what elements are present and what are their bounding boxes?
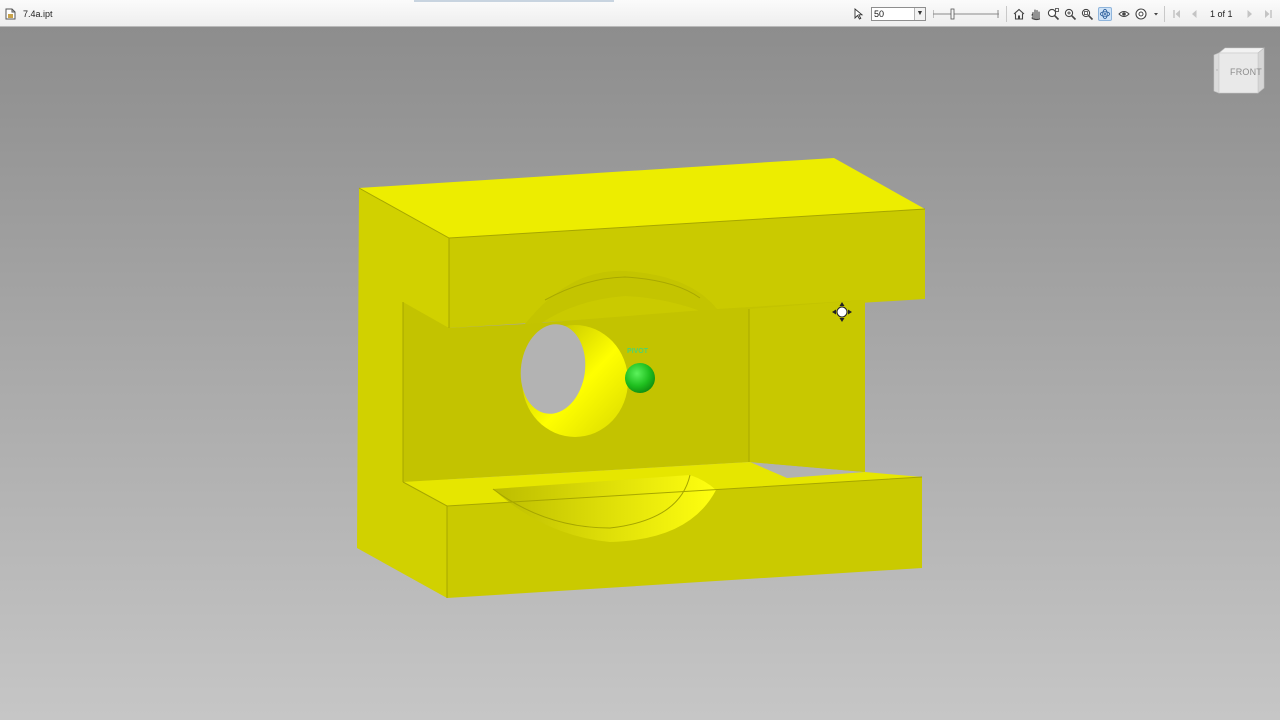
zoom-dropdown[interactable]: 50 ▼: [871, 7, 926, 21]
look-at-icon[interactable]: [1117, 7, 1131, 21]
chevron-down-icon[interactable]: [1151, 7, 1161, 21]
zoom-window-icon[interactable]: [1046, 7, 1060, 21]
zoom-all-icon[interactable]: [1080, 7, 1094, 21]
chevron-down-icon[interactable]: ▼: [914, 8, 925, 20]
pivot-marker[interactable]: [625, 363, 655, 393]
home-view-icon[interactable]: [1012, 7, 1026, 21]
slot-step-face: [749, 300, 865, 472]
page-indicator: 1 of 1: [1210, 9, 1233, 19]
pivot-label: PIVOT: [627, 348, 649, 355]
app-window: 7.4a.ipt 50 ▼ 1 of 1 FRONT PIVOT: [0, 0, 1280, 720]
zoom-slider[interactable]: [933, 7, 999, 21]
last-page-icon[interactable]: [1261, 7, 1275, 21]
pan-icon[interactable]: [1029, 7, 1043, 21]
top-toolbar: 7.4a.ipt 50 ▼ 1 of 1: [0, 0, 1280, 27]
part-model[interactable]: [0, 27, 1280, 720]
zoom-value: 50: [874, 9, 885, 19]
select-arrow-icon[interactable]: [851, 7, 865, 21]
steering-wheel-icon[interactable]: [1134, 7, 1148, 21]
toolbar-separator: [1006, 6, 1007, 22]
toolbar-separator: [1164, 6, 1165, 22]
zoom-icon[interactable]: [1063, 7, 1077, 21]
orbit-icon[interactable]: [1098, 7, 1112, 21]
document-title: 7.4a.ipt: [23, 9, 53, 19]
first-page-icon[interactable]: [1170, 7, 1184, 21]
graphics-viewport[interactable]: FRONT PIVOT: [0, 27, 1280, 720]
toolbar-accent-line: [414, 0, 614, 2]
next-page-icon[interactable]: [1243, 7, 1257, 21]
document-icon: [5, 8, 16, 20]
previous-page-icon[interactable]: [1187, 7, 1201, 21]
